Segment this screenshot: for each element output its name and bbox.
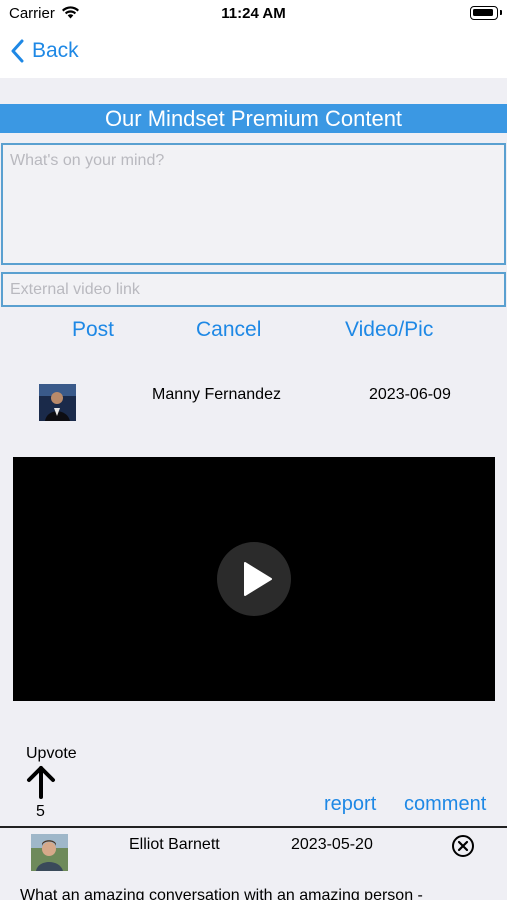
close-icon[interactable] [451, 834, 475, 863]
upvote-arrow-icon[interactable] [24, 765, 58, 804]
chevron-left-icon [11, 39, 24, 63]
battery-icon [470, 6, 502, 20]
clock: 11:24 AM [221, 5, 286, 22]
divider [0, 826, 507, 828]
reply-text: What an amazing conversation with an ama… [20, 887, 423, 900]
vote-count: 5 [36, 803, 45, 820]
nav-bar: Back [0, 30, 507, 78]
play-icon[interactable] [217, 542, 291, 616]
post-date: 2023-06-09 [369, 386, 451, 403]
post-button[interactable]: Post [72, 318, 114, 342]
post-author: Manny Fernandez [152, 386, 281, 403]
avatar[interactable] [31, 834, 68, 871]
status-bar: Carrier 11:24 AM [0, 0, 507, 30]
upvote-label: Upvote [26, 745, 77, 762]
avatar[interactable] [39, 384, 76, 421]
comment-button[interactable]: comment [404, 793, 486, 816]
back-button[interactable]: Back [10, 39, 79, 63]
page-title: Our Mindset Premium Content [0, 104, 507, 133]
video-player[interactable] [13, 457, 495, 701]
reply-author: Elliot Barnett [129, 836, 220, 853]
video-pic-button[interactable]: Video/Pic [345, 318, 433, 342]
video-link-input[interactable] [1, 272, 506, 307]
post-text-input[interactable] [1, 143, 506, 265]
report-button[interactable]: report [324, 793, 376, 816]
reply-date: 2023-05-20 [291, 836, 373, 853]
cancel-button[interactable]: Cancel [196, 318, 261, 342]
back-label: Back [32, 39, 79, 62]
